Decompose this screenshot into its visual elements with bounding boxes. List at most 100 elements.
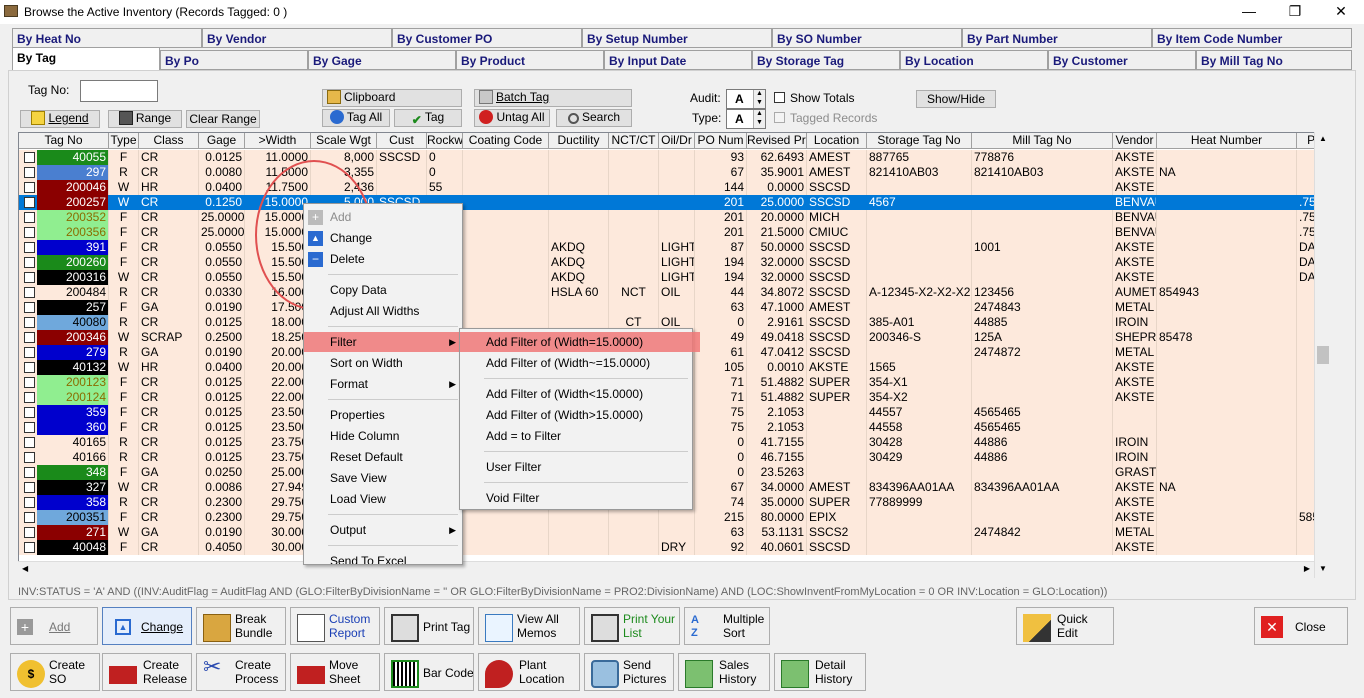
tab-by-gage[interactable]: By Gage	[308, 50, 456, 70]
column-header[interactable]: Type	[109, 133, 139, 149]
type-spinner[interactable]: A ▲ ▼	[726, 109, 766, 129]
row-checkbox[interactable]	[24, 437, 35, 448]
column-header[interactable]: PO Num	[695, 133, 747, 149]
quick-edit-button[interactable]: Quick Edit	[1016, 607, 1114, 645]
print-your-list-button[interactable]: Print Your List	[584, 607, 680, 645]
view-all-memos-button[interactable]: View All Memos	[478, 607, 580, 645]
table-row[interactable]: 40055 F CR 0.0125 11.0000 8,000 SSCSD 0 93 62.649…	[19, 150, 1329, 165]
row-checkbox[interactable]	[24, 212, 35, 223]
row-checkbox[interactable]	[24, 272, 35, 283]
show-hide-button[interactable]: Show/Hide	[916, 90, 996, 108]
row-checkbox[interactable]	[24, 317, 35, 328]
menu-item-properties[interactable]: Properties	[304, 405, 462, 425]
column-header[interactable]: Tag No	[19, 133, 109, 149]
menu-item-send-to-excel[interactable]: Send To Excel	[304, 551, 462, 564]
table-row[interactable]: 257 F GA 0.0190 17.500 63 47.1000 AMEST 2474843 M…	[19, 300, 1329, 315]
submenu-item-add-equal[interactable]: Add = to Filter	[460, 426, 692, 446]
menu-item-change[interactable]: ▲ Change	[304, 228, 462, 248]
tab-by-product[interactable]: By Product	[456, 50, 604, 70]
column-header[interactable]: Mill Tag No	[972, 133, 1113, 149]
row-checkbox[interactable]	[24, 287, 35, 298]
spin-down-icon[interactable]: ▼	[753, 119, 765, 128]
submenu-item-user-filter[interactable]: User Filter	[460, 457, 692, 477]
clipboard-button[interactable]: Clipboard	[322, 89, 462, 107]
sales-history-button[interactable]: Sales History	[678, 653, 770, 691]
minimize-button[interactable]: —	[1226, 0, 1272, 24]
tab-by-customer-po[interactable]: By Customer PO	[392, 28, 582, 48]
row-checkbox[interactable]	[24, 392, 35, 403]
column-header[interactable]: Storage Tag No	[867, 133, 972, 149]
column-header[interactable]: Cust	[377, 133, 427, 149]
table-row[interactable]: 200352 F CR 25.0000 15.0000 201 20.0000 MICH BEN…	[19, 210, 1329, 225]
column-header[interactable]: Ductility	[549, 133, 609, 149]
row-checkbox[interactable]	[24, 257, 35, 268]
table-row[interactable]: 200260 F CR 0.0550 15.500 AKDQ LIGHT 194 32.0000…	[19, 255, 1329, 270]
row-checkbox[interactable]	[24, 497, 35, 508]
tab-by-so-number[interactable]: By SO Number	[772, 28, 962, 48]
bar-code-button[interactable]: Bar Code	[384, 653, 474, 691]
row-checkbox[interactable]	[24, 542, 35, 553]
row-checkbox[interactable]	[24, 227, 35, 238]
menu-item-sort-on-width[interactable]: Sort on Width	[304, 353, 462, 373]
tagged-records-checkbox[interactable]	[774, 112, 785, 123]
untag-all-button[interactable]: Untag All	[474, 109, 550, 127]
table-row[interactable]: 200316 W CR 0.0550 15.500 AKDQ LIGHT 194 32.0000…	[19, 270, 1329, 285]
print-tag-button[interactable]: Print Tag	[384, 607, 474, 645]
create-process-button[interactable]: ✂ Create Process	[196, 653, 286, 691]
row-checkbox[interactable]	[24, 302, 35, 313]
table-row[interactable]: 200356 F CR 25.0000 15.0000 201 21.5000 CMIUC BE…	[19, 225, 1329, 240]
tag-button[interactable]: ✔ Tag	[394, 109, 462, 127]
submenu-item-void-filter[interactable]: Void Filter	[460, 488, 692, 508]
row-checkbox[interactable]	[24, 152, 35, 163]
spin-down-icon[interactable]: ▼	[753, 99, 765, 108]
table-row[interactable]: 297 R CR 0.0080 11.5000 3,355 0 67 35.9001 AMEST 8…	[19, 165, 1329, 180]
multiple-sort-button[interactable]: AZ Multiple Sort	[684, 607, 770, 645]
change-button[interactable]: ▲ Change	[102, 607, 192, 645]
vertical-scrollbar[interactable]: ▲ ▼	[1314, 132, 1331, 578]
menu-item-delete[interactable]: − Delete	[304, 249, 462, 269]
table-row[interactable]: 200257 W CR 0.1250 15.0000 5,000 SSCSD 201 25.00…	[19, 195, 1329, 210]
range-button[interactable]: Range	[108, 110, 182, 128]
menu-item-hide-column[interactable]: Hide Column	[304, 426, 462, 446]
menu-item-output[interactable]: Output ▶	[304, 520, 462, 540]
column-header[interactable]: Coating Code	[463, 133, 549, 149]
table-row[interactable]: 40048 F CR 0.4050 30.000 DRY 92 40.0601 SSCSD AKS…	[19, 540, 1329, 555]
restore-button[interactable]: ❐	[1272, 0, 1318, 24]
row-checkbox[interactable]	[24, 422, 35, 433]
column-header[interactable]: Rockw	[427, 133, 463, 149]
row-checkbox[interactable]	[24, 347, 35, 358]
batch-tag-button[interactable]: Batch Tag	[474, 89, 632, 107]
plant-location-button[interactable]: Plant Location	[478, 653, 580, 691]
tab-by-storage-tag[interactable]: By Storage Tag	[752, 50, 900, 70]
scroll-thumb[interactable]	[1317, 346, 1329, 364]
search-button[interactable]: Search	[556, 109, 632, 127]
spin-up-icon[interactable]: ▲	[753, 90, 765, 99]
column-header[interactable]: Class	[139, 133, 199, 149]
table-row[interactable]: 271 W GA 0.0190 30.000 63 53.1131 SSCS2 2474842 M…	[19, 525, 1329, 540]
row-checkbox[interactable]	[24, 482, 35, 493]
column-header[interactable]: Scale Wgt	[311, 133, 377, 149]
column-header[interactable]: Oil/Dr	[659, 133, 695, 149]
submenu-item-filter-greater[interactable]: Add Filter of (Width>15.0000)	[460, 405, 692, 425]
detail-history-button[interactable]: Detail History	[774, 653, 866, 691]
legend-button[interactable]: Legend	[20, 110, 100, 128]
scroll-up-icon[interactable]: ▲	[1319, 134, 1327, 143]
row-checkbox[interactable]	[24, 407, 35, 418]
tab-by-customer[interactable]: By Customer	[1048, 50, 1196, 70]
row-checkbox[interactable]	[24, 242, 35, 253]
table-row[interactable]: 391 F CR 0.0550 15.500 AKDQ LIGHT 87 50.0000 SSCS…	[19, 240, 1329, 255]
send-pictures-button[interactable]: Send Pictures	[584, 653, 674, 691]
row-checkbox[interactable]	[24, 527, 35, 538]
row-checkbox[interactable]	[24, 197, 35, 208]
custom-report-button[interactable]: Custom Report	[290, 607, 380, 645]
tab-by-mill-tag-no[interactable]: By Mill Tag No	[1196, 50, 1352, 70]
menu-item-copy-data[interactable]: Copy Data	[304, 280, 462, 300]
menu-item-reset-default[interactable]: Reset Default	[304, 447, 462, 467]
row-checkbox[interactable]	[24, 377, 35, 388]
show-totals-checkbox[interactable]	[774, 92, 785, 103]
menu-item-save-view[interactable]: Save View	[304, 468, 462, 488]
menu-item-adjust-widths[interactable]: Adjust All Widths	[304, 301, 462, 321]
menu-item-filter[interactable]: Filter ▶	[304, 332, 462, 352]
scroll-right-icon[interactable]: ▶	[1304, 564, 1310, 573]
row-checkbox[interactable]	[24, 512, 35, 523]
